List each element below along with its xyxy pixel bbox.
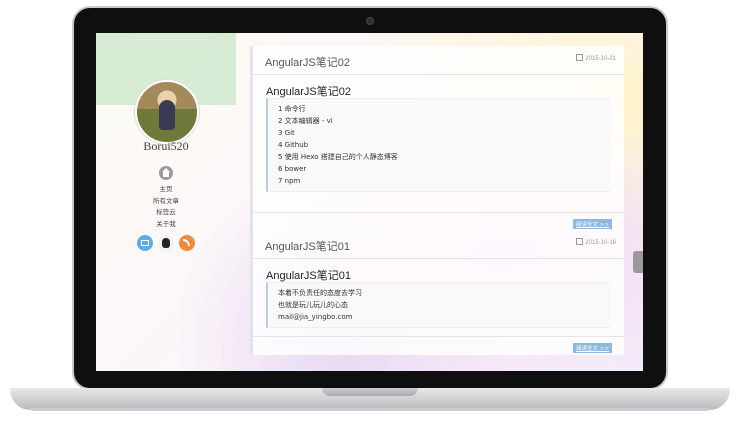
camera [367, 18, 373, 24]
laptop-foot [30, 408, 710, 411]
sidebar-nav: 主页 所有文章 标签云 关于我 [96, 184, 236, 230]
nav-item-all-posts[interactable]: 所有文章 [96, 196, 236, 208]
post-date: 2015-10-16 [576, 238, 616, 246]
excerpt-line: 也就是玩儿玩儿的心态 [278, 301, 348, 309]
avatar-figure [159, 100, 175, 130]
github-icon[interactable] [158, 235, 174, 251]
excerpt-line: mail@jia_yingbo.com [278, 313, 353, 321]
divider [253, 258, 624, 259]
post-header-title[interactable]: AngularJS笔记02 [265, 54, 350, 70]
divider [253, 336, 624, 337]
post-date-text: 2015-10-16 [585, 240, 616, 246]
nav-item-about[interactable]: 关于我 [96, 219, 236, 231]
mail-icon[interactable] [137, 235, 153, 251]
avatar[interactable] [135, 80, 199, 144]
post-title: AngularJS笔记01 [266, 270, 351, 282]
post-header-title[interactable]: AngularJS笔记01 [265, 238, 350, 254]
post-card: AngularJS笔记02 2015-10-21 AngularJS笔记02 1… [250, 46, 624, 231]
post-date: 2015-10-21 [576, 54, 616, 62]
nav-item-tags[interactable]: 标签云 [96, 207, 236, 219]
calendar-icon [576, 54, 584, 61]
post-excerpt: 1 命令行 2 文本编辑器 - vi 3 Git 4 Github 5 使用 H… [266, 98, 611, 192]
post-card: AngularJS笔记01 2015-10-16 AngularJS笔记01 本… [250, 230, 624, 355]
post-excerpt: 本着不负责任的态度去学习 也就是玩儿玩儿的心态 mail@jia_yingbo.… [266, 282, 611, 328]
rss-icon[interactable] [179, 235, 195, 251]
sidebar: Borui520 主页 所有文章 标签云 关于我 [96, 33, 236, 371]
site-name[interactable]: Borui520 [96, 139, 236, 154]
excerpt-line: 5 使用 Hexo 搭建自己的个人静态博客 [278, 153, 398, 161]
calendar-icon [576, 238, 584, 245]
social-links [137, 235, 197, 251]
read-more-button[interactable]: 阅读全文 >> [573, 343, 612, 353]
screen: Borui520 主页 所有文章 标签云 关于我 AngularJS笔记02 2… [96, 33, 643, 371]
excerpt-line: 1 命令行 [278, 105, 306, 113]
excerpt-line: 6 bower [278, 165, 307, 173]
nav-item-home[interactable]: 主页 [96, 184, 236, 196]
post-date-text: 2015-10-21 [585, 56, 616, 62]
excerpt-line: 2 文本编辑器 - vi [278, 117, 333, 125]
divider [253, 74, 624, 75]
divider [253, 212, 624, 213]
home-icon[interactable] [159, 166, 173, 180]
post-title: AngularJS笔记02 [266, 86, 351, 98]
excerpt-line: 4 Github [278, 141, 309, 149]
excerpt-line: 本着不负责任的态度去学习 [278, 289, 362, 297]
read-more-button[interactable]: 阅读全文 >> [573, 219, 612, 229]
scroll-handle[interactable] [633, 251, 643, 273]
excerpt-line: 3 Git [278, 129, 295, 137]
laptop-notch [322, 388, 418, 396]
excerpt-line: 7 npm [278, 177, 301, 185]
